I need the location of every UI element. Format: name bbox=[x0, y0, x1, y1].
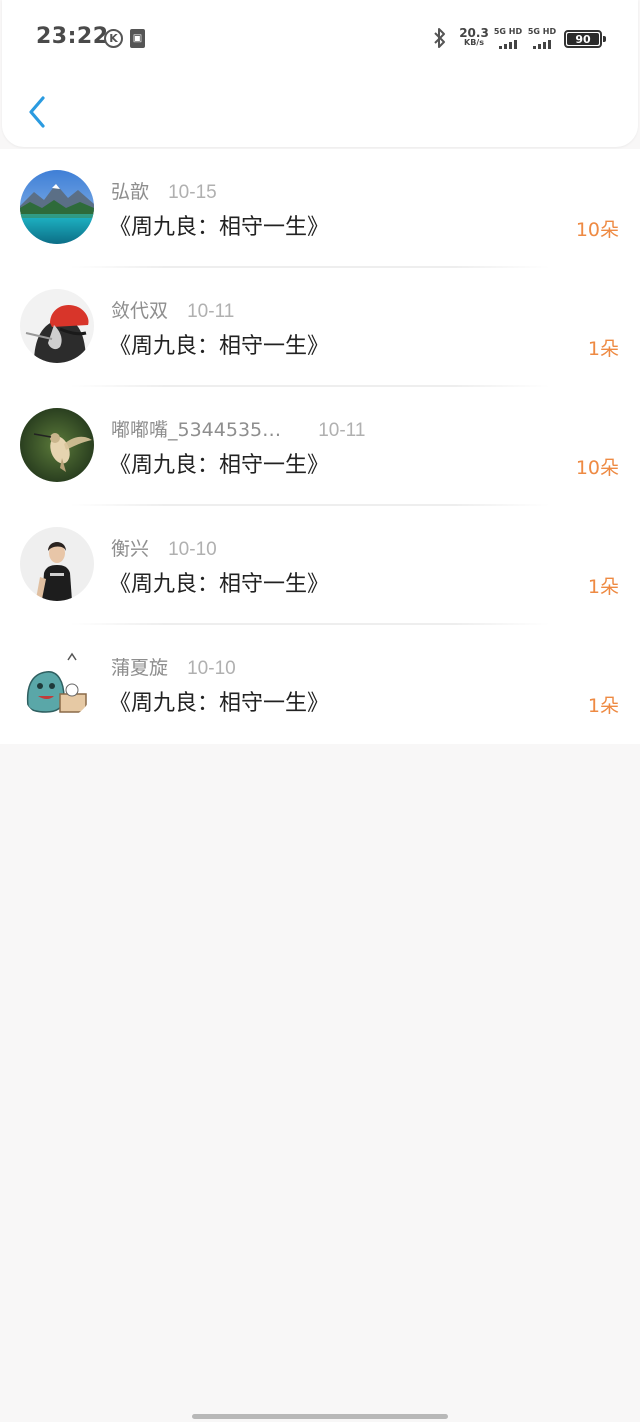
signal-icon-sim1: 5G HD bbox=[493, 27, 523, 49]
bluetooth-icon bbox=[430, 26, 450, 50]
status-bar: 23:22 K ▣ 20.3 KB/s 5G HD 5G HD 90 bbox=[2, 0, 638, 78]
record-date: 10-11 bbox=[187, 301, 235, 322]
battery-level: 90 bbox=[567, 33, 599, 46]
record-meta: 弘歆 10-15 bbox=[111, 177, 217, 203]
user-name[interactable]: 敛代双 bbox=[111, 300, 168, 322]
record-date: 10-10 bbox=[168, 539, 217, 560]
home-indicator[interactable] bbox=[192, 1414, 448, 1419]
header: 23:22 K ▣ 20.3 KB/s 5G HD 5G HD 90 bbox=[2, 0, 638, 147]
book-title[interactable]: 《周九良：相守一生》 bbox=[109, 566, 329, 598]
book-title[interactable]: 《周九良：相守一生》 bbox=[109, 447, 329, 479]
book-title[interactable]: 《周九良：相守一生》 bbox=[109, 685, 329, 717]
list-item[interactable]: 衡兴 10-10 《周九良：相守一生》 1朵 bbox=[0, 506, 640, 625]
book-title[interactable]: 《周九良：相守一生》 bbox=[109, 209, 329, 241]
screen: 23:22 K ▣ 20.3 KB/s 5G HD 5G HD 90 弘歆 10… bbox=[0, 0, 640, 1422]
user-name[interactable]: 蒲夏旋 bbox=[111, 657, 168, 679]
record-date: 10-10 bbox=[187, 658, 236, 679]
avatar[interactable] bbox=[20, 646, 94, 720]
gift-amount: 10朵 bbox=[575, 219, 619, 241]
list-item[interactable]: 弘歆 10-15 《周九良：相守一生》 10朵 bbox=[0, 149, 640, 268]
record-meta: 嘟嘟嘴_5344535… 10-11 bbox=[111, 415, 366, 441]
record-meta: 衡兴 10-10 bbox=[111, 534, 217, 560]
signal-icon-sim2: 5G HD bbox=[527, 27, 557, 49]
record-meta: 蒲夏旋 10-10 bbox=[111, 653, 236, 679]
avatar[interactable] bbox=[20, 408, 94, 482]
chevron-left-icon bbox=[29, 96, 45, 128]
gift-amount: 1朵 bbox=[587, 576, 619, 598]
record-date: 10-15 bbox=[168, 182, 217, 203]
avatar[interactable] bbox=[20, 170, 94, 244]
back-button[interactable] bbox=[22, 92, 52, 132]
record-meta: 敛代双 10-11 bbox=[111, 296, 235, 322]
gift-amount: 1朵 bbox=[587, 338, 619, 360]
user-name[interactable]: 嘟嘟嘴_5344535… bbox=[111, 419, 281, 441]
gift-amount: 10朵 bbox=[575, 457, 619, 479]
list-item[interactable]: 嘟嘟嘴_5344535… 10-11 《周九良：相守一生》 10朵 bbox=[0, 387, 640, 506]
status-time: 23:22 bbox=[36, 24, 109, 49]
gift-record-list: 弘歆 10-15 《周九良：相守一生》 10朵 敛代双 10-11 《周九良：相… bbox=[0, 149, 640, 744]
sim-card-icon: ▣ bbox=[130, 29, 145, 48]
gift-amount: 1朵 bbox=[587, 695, 619, 717]
book-title[interactable]: 《周九良：相守一生》 bbox=[109, 328, 329, 360]
user-name[interactable]: 弘歆 bbox=[111, 181, 149, 203]
list-item[interactable]: 蒲夏旋 10-10 《周九良：相守一生》 1朵 bbox=[0, 625, 640, 744]
k-icon: K bbox=[104, 29, 123, 48]
user-name[interactable]: 衡兴 bbox=[111, 538, 149, 560]
avatar[interactable] bbox=[20, 289, 94, 363]
avatar[interactable] bbox=[20, 527, 94, 601]
network-speed: 20.3 KB/s bbox=[459, 26, 489, 47]
battery-icon: 90 bbox=[564, 30, 606, 48]
record-date: 10-11 bbox=[318, 420, 366, 441]
list-item[interactable]: 敛代双 10-11 《周九良：相守一生》 1朵 bbox=[0, 268, 640, 387]
